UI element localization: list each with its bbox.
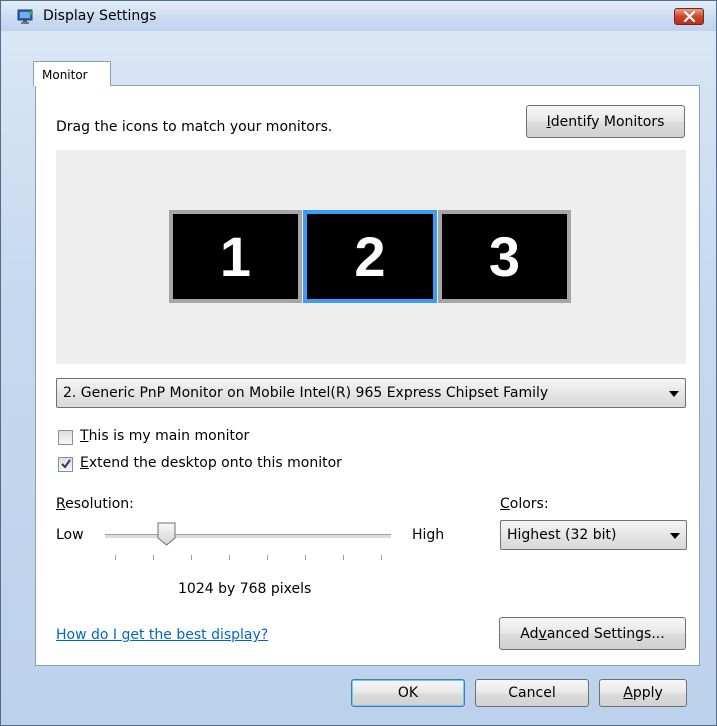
- colors-rest: olors:: [509, 496, 549, 512]
- extend-desktop-accel: E: [80, 455, 89, 471]
- best-display-help-link[interactable]: How do I get the best display?: [56, 627, 268, 643]
- advanced-label-post: anced Settings...: [546, 625, 665, 642]
- resolution-low-label: Low: [56, 527, 84, 543]
- display-settings-window: Display Settings Monitor Drag the icons …: [0, 0, 717, 726]
- monitor-1-icon[interactable]: 1: [169, 210, 302, 303]
- slider-tick: [305, 555, 306, 560]
- tab-monitor[interactable]: Monitor: [33, 61, 111, 86]
- slider-tick: [343, 555, 344, 560]
- checkmark-icon: [61, 459, 71, 469]
- resolution-label: Resolution:: [56, 496, 134, 512]
- slider-tick: [115, 555, 116, 560]
- resolution-slider-track[interactable]: [105, 534, 391, 539]
- resolution-high-label: High: [412, 527, 445, 543]
- monitor-3-icon[interactable]: 3: [438, 210, 571, 303]
- colors-label: Colors:: [500, 496, 549, 512]
- title-bar[interactable]: Display Settings: [1, 1, 716, 31]
- colors-select[interactable]: Highest (32 bit): [500, 520, 687, 550]
- slider-tick: [191, 555, 192, 560]
- cancel-button[interactable]: Cancel: [475, 679, 589, 707]
- monitor-3-number: 3: [488, 225, 521, 288]
- monitor-1-number: 1: [219, 225, 252, 288]
- monitor-select[interactable]: 2. Generic PnP Monitor on Mobile Intel(R…: [56, 378, 686, 408]
- chevron-down-icon: [669, 391, 679, 397]
- main-monitor-label[interactable]: This is my main monitor: [80, 428, 249, 444]
- window-title: Display Settings: [43, 8, 157, 24]
- apply-rest: pply: [632, 685, 663, 701]
- chevron-down-icon: [670, 533, 680, 539]
- extend-desktop-label[interactable]: Extend the desktop onto this monitor: [80, 455, 342, 471]
- slider-tick: [267, 555, 268, 560]
- close-button[interactable]: [674, 8, 704, 25]
- identify-monitors-button[interactable]: Identify Monitors: [526, 105, 685, 138]
- apply-button[interactable]: Apply: [599, 679, 687, 707]
- resolution-value: 1024 by 768 pixels: [178, 581, 312, 597]
- resolution-accel: R: [56, 496, 66, 512]
- slider-tick: [381, 555, 382, 560]
- extend-desktop-checkbox[interactable]: [58, 457, 73, 472]
- advanced-settings-button[interactable]: Ad v anced Settings...: [499, 617, 686, 650]
- colors-select-value: Highest (32 bit): [507, 527, 617, 543]
- advanced-label-pre: Ad: [520, 625, 539, 642]
- main-monitor-accel: T: [80, 428, 89, 444]
- close-icon: [683, 11, 696, 22]
- main-monitor-checkbox[interactable]: [58, 430, 73, 445]
- display-settings-icon: [17, 9, 33, 24]
- resolution-rest: esolution:: [65, 496, 134, 512]
- resolution-slider-thumb[interactable]: [157, 522, 176, 546]
- instructions-text: Drag the icons to match your monitors.: [56, 119, 333, 135]
- ok-button[interactable]: OK: [351, 679, 465, 707]
- apply-accel: A: [623, 685, 633, 701]
- identify-label-post: dentify Monitors: [550, 113, 665, 130]
- slider-tick: [153, 555, 154, 560]
- main-monitor-rest: his is my main monitor: [88, 428, 250, 444]
- monitor-2-icon[interactable]: 2: [303, 210, 437, 303]
- monitor-select-value: 2. Generic PnP Monitor on Mobile Intel(R…: [63, 385, 549, 401]
- monitor-2-number: 2: [354, 225, 386, 288]
- colors-accel: C: [500, 496, 510, 512]
- extend-desktop-rest: xtend the desktop onto this monitor: [88, 455, 342, 471]
- advanced-label-accel: v: [538, 625, 547, 642]
- slider-tick: [229, 555, 230, 560]
